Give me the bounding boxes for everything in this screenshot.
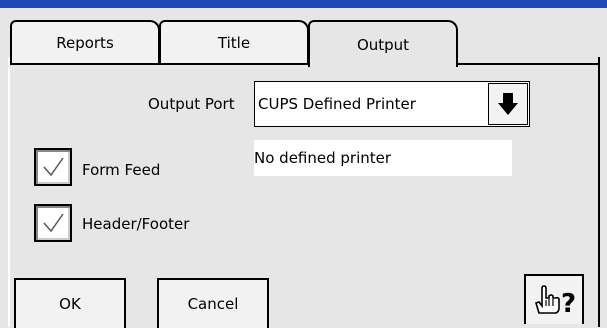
cancel-button[interactable]: Cancel bbox=[157, 278, 269, 328]
output-port-dropdown-button[interactable] bbox=[488, 83, 528, 125]
cancel-button-label: Cancel bbox=[187, 295, 239, 313]
tab-output[interactable]: Output bbox=[308, 20, 458, 67]
svg-text:?: ? bbox=[561, 289, 576, 317]
tab-title-label: Title bbox=[217, 33, 251, 52]
hand-question-help-icon: ? bbox=[535, 285, 576, 317]
header-footer-checkbox[interactable] bbox=[34, 204, 72, 242]
output-port-select[interactable]: CUPS Defined Printer bbox=[254, 81, 530, 127]
output-port-label: Output Port bbox=[148, 95, 235, 113]
printer-status-text: No defined printer bbox=[254, 149, 392, 167]
checkmark-icon bbox=[43, 157, 64, 177]
ok-button[interactable]: OK bbox=[14, 278, 126, 328]
checkmark-icon bbox=[43, 213, 64, 233]
form-feed-label: Form Feed bbox=[82, 161, 161, 179]
header-footer-label: Header/Footer bbox=[82, 215, 190, 233]
help-button[interactable]: ? bbox=[524, 274, 584, 324]
printer-status-box: No defined printer bbox=[254, 140, 512, 176]
form-feed-checkbox[interactable] bbox=[34, 148, 72, 186]
tab-strip: Reports Title Output bbox=[0, 8, 607, 67]
arrow-down-icon bbox=[498, 93, 518, 115]
window-title-bar bbox=[0, 0, 607, 8]
tab-reports-label: Reports bbox=[56, 33, 114, 52]
output-port-value: CUPS Defined Printer bbox=[258, 95, 416, 113]
tab-output-label: Output bbox=[356, 35, 410, 54]
ok-button-label: OK bbox=[59, 295, 81, 313]
